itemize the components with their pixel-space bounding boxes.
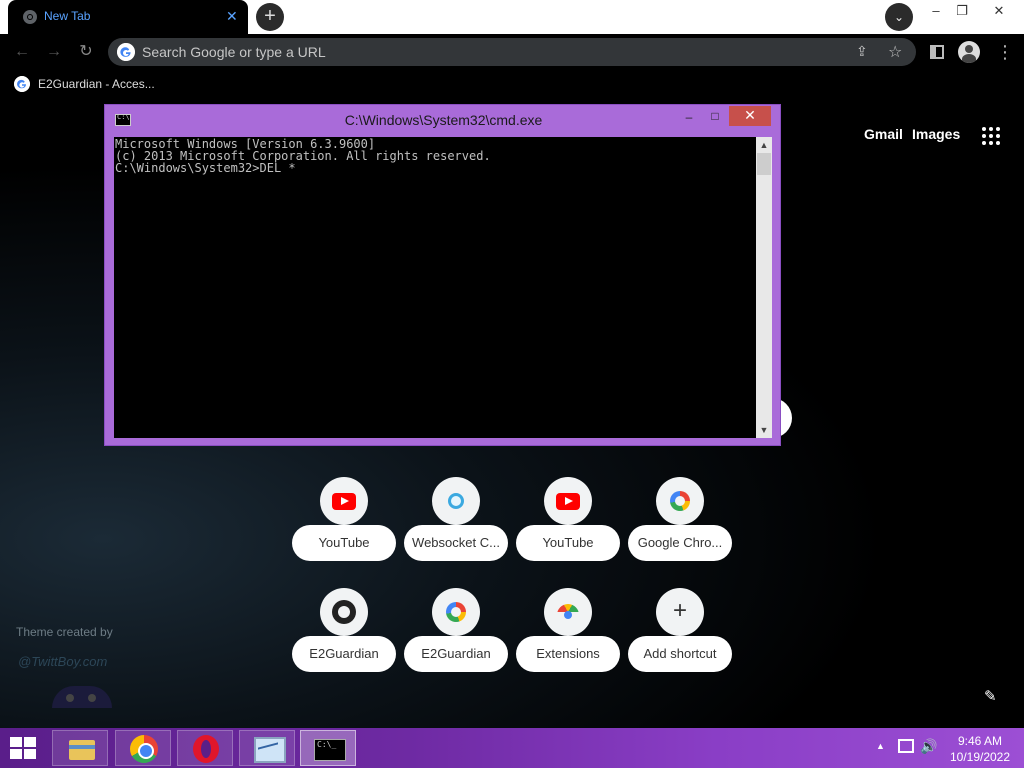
shortcut-icon-circle <box>432 588 480 636</box>
shortcut-tile[interactable]: Google Chro... <box>628 477 732 573</box>
bookmark-e2guardian[interactable]: E2Guardian - Acces... <box>14 76 155 92</box>
scroll-down-arrow-icon[interactable]: ▼ <box>756 422 772 438</box>
cmd-maximize-button[interactable]: □ <box>705 109 725 125</box>
opera-taskbar-icon[interactable] <box>177 730 233 766</box>
shortcut-icon-circle: + <box>656 588 704 636</box>
cmd-vertical-scrollbar[interactable]: ▲ ▼ <box>756 137 772 438</box>
tab-close-icon[interactable]: ✕ <box>226 8 238 25</box>
tab-search-button[interactable]: ⌄ <box>885 3 913 31</box>
websocket-icon <box>448 493 464 509</box>
shortcut-label: Google Chro... <box>628 525 732 561</box>
shortcut-icon-circle <box>544 477 592 525</box>
clock-date[interactable]: 10/19/2022 <box>946 750 1014 764</box>
clock-time[interactable]: 9:46 AM <box>946 734 1014 748</box>
bookmark-star-icon[interactable]: ☆ <box>888 42 902 62</box>
shortcut-tile[interactable]: YouTube <box>292 477 396 573</box>
cmd-close-button[interactable]: ✕ <box>729 106 771 126</box>
network-icon[interactable] <box>898 739 914 753</box>
scrollbar-thumb[interactable] <box>757 153 771 175</box>
window-close-button[interactable]: ✕ <box>984 2 1014 22</box>
google-icon <box>117 43 135 61</box>
google-icon <box>14 76 30 92</box>
profile-avatar-icon[interactable] <box>958 41 980 63</box>
shortcut-tile[interactable]: Extensions <box>516 588 620 684</box>
command-prompt-taskbar-icon[interactable] <box>300 730 356 766</box>
bookmarks-bar: E2Guardian - Acces... <box>0 70 1024 98</box>
volume-icon[interactable]: 🔊 <box>920 738 937 755</box>
side-panel-icon[interactable] <box>930 45 944 59</box>
window-minimize-button[interactable]: – <box>926 2 946 22</box>
add-icon: + <box>672 597 687 624</box>
performance-monitor-taskbar-icon[interactable] <box>239 730 295 766</box>
windows-start-icon[interactable] <box>10 737 38 759</box>
scroll-up-arrow-icon[interactable]: ▲ <box>756 137 772 153</box>
youtube-icon <box>332 493 356 510</box>
gmail-link[interactable]: Gmail <box>864 126 903 142</box>
shortcut-label: Websocket C... <box>404 525 508 561</box>
windows-taskbar: ▲ 🔊 9:46 AM 10/19/2022 <box>0 728 1024 768</box>
forward-icon[interactable]: → <box>44 42 64 62</box>
google-icon <box>446 602 466 622</box>
shortcut-tile[interactable]: E2Guardian <box>292 588 396 684</box>
reload-icon[interactable]: ↻ <box>76 42 96 62</box>
omnibox[interactable]: Search Google or type a URL ⇪ ☆ <box>108 38 916 66</box>
theme-mascot-image <box>52 686 112 708</box>
shortcut-icon-circle <box>544 588 592 636</box>
customize-pencil-icon[interactable]: ✎ <box>984 687 1000 705</box>
cmd-window[interactable]: C:\Windows\System32\cmd.exe – □ ✕ Micros… <box>104 104 781 446</box>
shortcut-label: YouTube <box>292 525 396 561</box>
theme-author-handle[interactable]: @TwittBoy.com <box>18 654 107 669</box>
new-tab-button[interactable]: + <box>256 3 284 31</box>
chrome-menu-icon[interactable]: ⋮ <box>996 43 1014 61</box>
google-apps-icon[interactable] <box>982 127 1000 145</box>
shortcut-icon-circle <box>320 477 368 525</box>
shortcut-label: Add shortcut <box>628 636 732 672</box>
shortcut-label: YouTube <box>516 525 620 561</box>
add-shortcut-tile[interactable]: + Add shortcut <box>628 588 732 684</box>
shortcut-label: E2Guardian <box>404 636 508 672</box>
chrome-taskbar-icon[interactable] <box>115 730 171 766</box>
file-explorer-taskbar-icon[interactable] <box>52 730 108 766</box>
shortcut-icon-circle <box>320 588 368 636</box>
shortcut-tile[interactable]: E2Guardian <box>404 588 508 684</box>
shortcut-tile[interactable]: Websocket C... <box>404 477 508 573</box>
shortcut-label: E2Guardian <box>292 636 396 672</box>
tab-title: New Tab <box>44 9 91 23</box>
back-icon[interactable]: ← <box>12 42 32 62</box>
window-restore-button[interactable]: ❐ <box>952 2 972 22</box>
images-link[interactable]: Images <box>912 126 960 142</box>
shortcut-icon-circle <box>432 477 480 525</box>
google-icon <box>670 491 690 511</box>
share-icon[interactable]: ⇪ <box>856 43 868 60</box>
shortcut-label: Extensions <box>516 636 620 672</box>
browser-toolbar: ← → ↻ Search Google or type a URL ⇪ ☆ ⋮ <box>0 34 1024 70</box>
github-icon <box>332 600 356 624</box>
show-hidden-icons-icon[interactable]: ▲ <box>876 741 885 751</box>
tab-strip: New Tab ✕ + ⌄ – ❐ ✕ <box>0 0 1024 34</box>
shortcut-tile[interactable]: YouTube <box>516 477 620 573</box>
cmd-minimize-button[interactable]: – <box>679 110 699 126</box>
chrome-web-store-icon <box>557 604 579 620</box>
cmd-console-output[interactable]: Microsoft Windows [Version 6.3.9600] (c)… <box>114 137 756 438</box>
bookmark-label: E2Guardian - Acces... <box>38 77 155 91</box>
console-prompt-line: C:\Windows\System32>DEL * <box>115 161 296 175</box>
omnibox-placeholder: Search Google or type a URL <box>142 44 326 60</box>
tab-new-tab[interactable]: New Tab ✕ <box>8 0 248 34</box>
chrome-tab-icon <box>23 10 37 24</box>
theme-credit-text[interactable]: Theme created by <box>16 625 113 639</box>
youtube-icon <box>556 493 580 510</box>
shortcut-icon-circle <box>656 477 704 525</box>
